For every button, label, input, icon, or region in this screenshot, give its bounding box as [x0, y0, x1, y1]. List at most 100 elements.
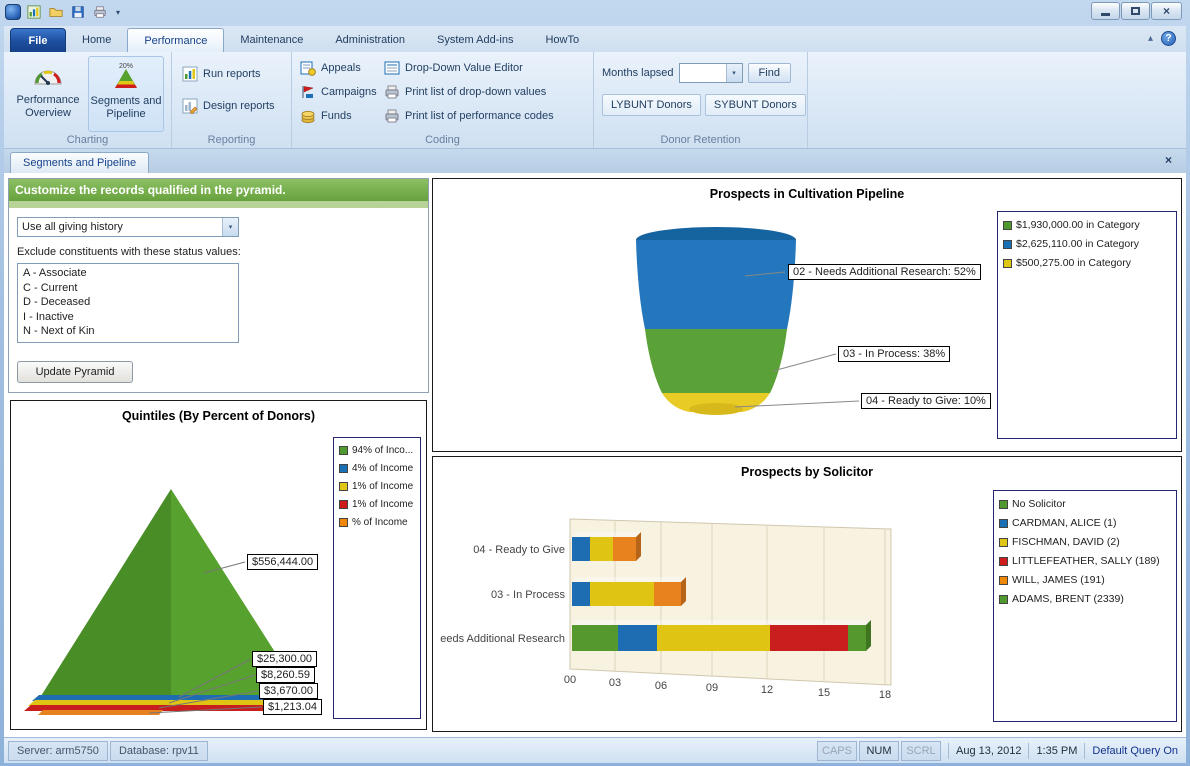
run-reports-button[interactable]: Run reports [182, 64, 260, 84]
funds-label: Funds [321, 110, 352, 122]
customize-panel-header: Customize the records qualified in the p… [9, 179, 428, 201]
list-item[interactable]: C - Current [18, 281, 238, 296]
funds-button[interactable]: Funds [300, 106, 352, 126]
folder-icon[interactable] [47, 3, 65, 21]
x-tick: 09 [706, 682, 718, 694]
legend-label: 4% of Income [352, 463, 414, 474]
close-button[interactable]: × [1151, 2, 1182, 20]
print-icon[interactable] [91, 3, 109, 21]
find-button[interactable]: Find [747, 63, 791, 83]
legend-label: CARDMAN, ALICE (1) [1012, 517, 1117, 529]
callout-quintile-3: $8,260.59 [256, 667, 315, 683]
legend-swatch [1003, 239, 1012, 249]
legend-label: $2,625,110.00 in Category [1016, 238, 1139, 250]
legend-swatch [999, 499, 1008, 509]
legend-label: No Solicitor [1012, 498, 1066, 510]
legend-label: $500,275.00 in Category [1016, 257, 1132, 269]
print-dropdown-values-button[interactable]: Print list of drop-down values [384, 82, 546, 102]
lybunt-donors-button[interactable]: LYBUNT Donors [602, 94, 701, 116]
quick-access-toolbar: ▾ [5, 3, 123, 21]
scroll-lock-indicator: SCRL [900, 740, 941, 761]
group-label-donor-retention: Donor Retention [660, 134, 741, 146]
legend-item: 4% of Income [339, 463, 415, 474]
group-label-reporting: Reporting [207, 134, 256, 146]
workspace: Customize the records qualified in the p… [4, 173, 1186, 737]
segments-pipeline-button[interactable]: 20% Segments and Pipeline [88, 56, 164, 132]
tab-howto[interactable]: HowTo [529, 28, 595, 52]
num-lock-indicator: NUM [858, 740, 899, 761]
tab-administration[interactable]: Administration [319, 28, 421, 52]
window-controls: × [1091, 2, 1182, 20]
list-item[interactable]: D - Deceased [18, 295, 238, 310]
callout-quintile-1: $556,444.00 [247, 554, 319, 570]
legend-swatch [339, 464, 348, 473]
titlebar: ▾ × [0, 0, 1190, 26]
legend-label: LITTLEFEATHER, SALLY (189) [1012, 555, 1160, 567]
legend-swatch [339, 518, 348, 527]
dropdown-value-editor-button[interactable]: Drop-Down Value Editor [384, 58, 523, 78]
legend-swatch [999, 556, 1008, 566]
ribbon-group-charting: Performance Overview 20% Segments and Pi… [4, 52, 172, 148]
design-reports-button[interactable]: Design reports [182, 96, 275, 116]
appeals-icon [300, 61, 316, 76]
status-bar: Server: arm5750 Database: rpv11 CAPS NUM… [4, 737, 1186, 763]
months-lapsed-combobox[interactable]: ▾ [678, 63, 743, 83]
x-tick: 18 [879, 689, 891, 701]
run-reports-label: Run reports [203, 68, 261, 80]
help-icon[interactable]: ? [1161, 31, 1176, 46]
legend-item: $2,625,110.00 in Category [1003, 238, 1171, 250]
printer-icon [385, 85, 399, 99]
ribbon-collapse-icon[interactable]: ▴ [1148, 33, 1153, 44]
ribbon-tab-row: File Home Performance Maintenance Admini… [4, 26, 1186, 52]
legend-swatch [339, 446, 348, 455]
quintiles-legend: 94% of Inco... 4% of Income 1% of Income… [333, 437, 421, 719]
tab-home[interactable]: Home [66, 28, 127, 52]
minimize-button[interactable] [1091, 2, 1120, 20]
status-time: 1:35 PM [1036, 744, 1078, 757]
chevron-down-icon[interactable]: ▾ [222, 218, 238, 236]
app-logo-icon[interactable] [5, 4, 21, 20]
legend-label: 94% of Inco... [352, 445, 414, 456]
status-values-listbox[interactable]: A - Associate C - Current D - Deceased I… [17, 263, 239, 343]
legend-label: FISCHMAN, DAVID (2) [1012, 536, 1120, 548]
appeals-button[interactable]: Appeals [300, 58, 361, 78]
legend-label: WILL, JAMES (191) [1012, 574, 1105, 586]
performance-overview-button[interactable]: Performance Overview [10, 56, 86, 132]
printer-icon [385, 109, 399, 123]
category-label: eeds Additional Research [440, 633, 565, 645]
x-tick: 12 [761, 684, 773, 696]
app-window: ▾ × File Home Performance Maintenance Ad… [0, 0, 1190, 766]
design-reports-icon [182, 98, 198, 114]
doc-tab-segments-pipeline[interactable]: Segments and Pipeline [10, 152, 150, 173]
maximize-button[interactable] [1121, 2, 1150, 20]
callout-quintile-5: $1,213.04 [263, 699, 322, 715]
list-item[interactable]: I - Inactive [18, 310, 238, 325]
campaigns-button[interactable]: Campaigns [300, 82, 377, 102]
ribbon-group-coding: Appeals Campaigns Funds Drop-Down Value … [292, 52, 594, 148]
legend-swatch [339, 500, 348, 509]
legend-swatch [999, 594, 1008, 604]
tab-file[interactable]: File [10, 28, 66, 52]
list-item[interactable]: N - Next of Kin [18, 324, 238, 339]
callout-quintile-2: $25,300.00 [252, 651, 318, 667]
legend-item: WILL, JAMES (191) [999, 574, 1171, 586]
appeals-label: Appeals [321, 62, 361, 74]
tab-maintenance[interactable]: Maintenance [224, 28, 319, 52]
category-label: 03 - In Process [491, 589, 565, 601]
close-tab-icon[interactable]: × [1161, 153, 1176, 168]
list-item[interactable]: A - Associate [18, 266, 238, 281]
giving-history-dropdown[interactable]: Use all giving history ▾ [17, 217, 239, 237]
update-pyramid-button[interactable]: Update Pyramid [17, 361, 133, 383]
legend-label: ADAMS, BRENT (2339) [1012, 593, 1124, 605]
print-performance-codes-button[interactable]: Print list of performance codes [384, 106, 554, 126]
chevron-down-icon[interactable]: ▾ [725, 64, 742, 82]
tab-performance[interactable]: Performance [127, 28, 225, 52]
callout-needs-research: 02 - Needs Additional Research: 52% [788, 264, 981, 280]
x-tick: 00 [564, 674, 576, 686]
chart-icon[interactable] [25, 3, 43, 21]
save-icon[interactable] [69, 3, 87, 21]
sybunt-donors-button[interactable]: SYBUNT Donors [704, 94, 806, 116]
legend-item: No Solicitor [999, 498, 1171, 510]
tab-system-add-ins[interactable]: System Add-ins [421, 28, 529, 52]
qat-dropdown-icon[interactable]: ▾ [113, 8, 123, 17]
